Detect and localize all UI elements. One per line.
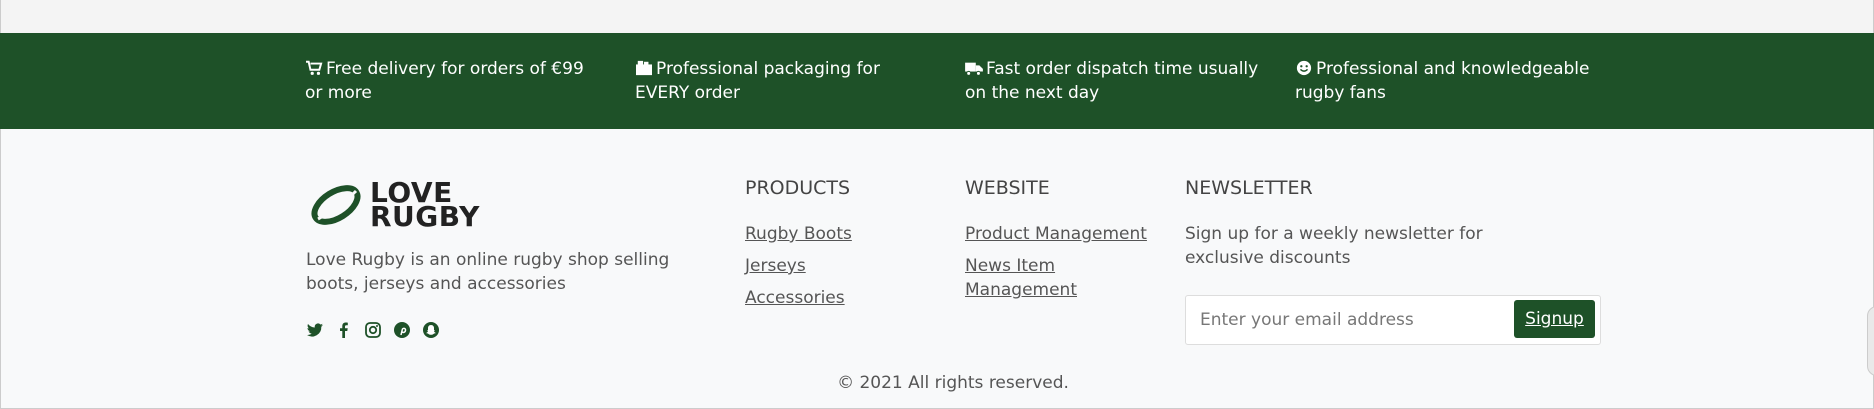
smile-icon	[1296, 60, 1312, 76]
newsletter-form: Signup	[1185, 295, 1601, 345]
newsletter-column: NEWSLETTER Sign up for a weekly newslett…	[1185, 177, 1605, 270]
website-heading: WEBSITE	[965, 177, 1050, 199]
feature-dispatch: Fast order dispatch time usually on the …	[965, 59, 1259, 103]
love-rugby-logo[interactable]: LOVE RUGBY	[310, 179, 490, 231]
features-bar: Free delivery for orders of €99 or more …	[0, 33, 1874, 129]
rugby-ball-icon	[311, 185, 361, 225]
newsletter-heading: NEWSLETTER	[1185, 177, 1313, 199]
link-rugby-boots[interactable]: Rugby Boots	[745, 222, 945, 246]
feature-packaging: Professional packaging for EVERY order	[635, 59, 880, 103]
truck-icon	[965, 62, 983, 76]
about-text: Love Rugby is an online rugby shop selli…	[306, 250, 670, 294]
newsletter-text: Sign up for a weekly newsletter for excl…	[1185, 224, 1483, 268]
link-jerseys[interactable]: Jerseys	[745, 254, 945, 278]
feature-free-delivery: Free delivery for orders of €99 or more	[305, 59, 584, 103]
box-icon	[636, 60, 652, 76]
email-field[interactable]	[1200, 308, 1500, 332]
signup-button[interactable]: Signup	[1514, 300, 1595, 338]
pinterest-icon[interactable]	[393, 321, 411, 339]
products-column: PRODUCTS Rugby Boots Jerseys Accessories	[745, 177, 945, 318]
facebook-icon[interactable]	[335, 321, 353, 339]
cart-icon	[306, 60, 323, 75]
copyright-text: © 2021 All rights reserved.	[837, 373, 1069, 393]
link-accessories[interactable]: Accessories	[745, 286, 945, 310]
feature-rugby-fans: Professional and knowledgeable rugby fan…	[1295, 59, 1590, 103]
link-news-item-management[interactable]: News Item Management	[965, 254, 1155, 302]
side-scroll-tab[interactable]	[1867, 306, 1874, 376]
website-column: WEBSITE Product Management News Item Man…	[965, 177, 1155, 310]
social-links	[306, 321, 446, 339]
twitter-icon[interactable]	[306, 321, 324, 339]
site-footer: LOVE RUGBY Love Rugby is an online rugby…	[0, 129, 1874, 409]
page-top-strip	[0, 0, 1874, 33]
snapchat-icon[interactable]	[422, 321, 440, 339]
products-heading: PRODUCTS	[745, 177, 851, 199]
link-product-management[interactable]: Product Management	[965, 222, 1155, 246]
instagram-icon[interactable]	[364, 321, 382, 339]
